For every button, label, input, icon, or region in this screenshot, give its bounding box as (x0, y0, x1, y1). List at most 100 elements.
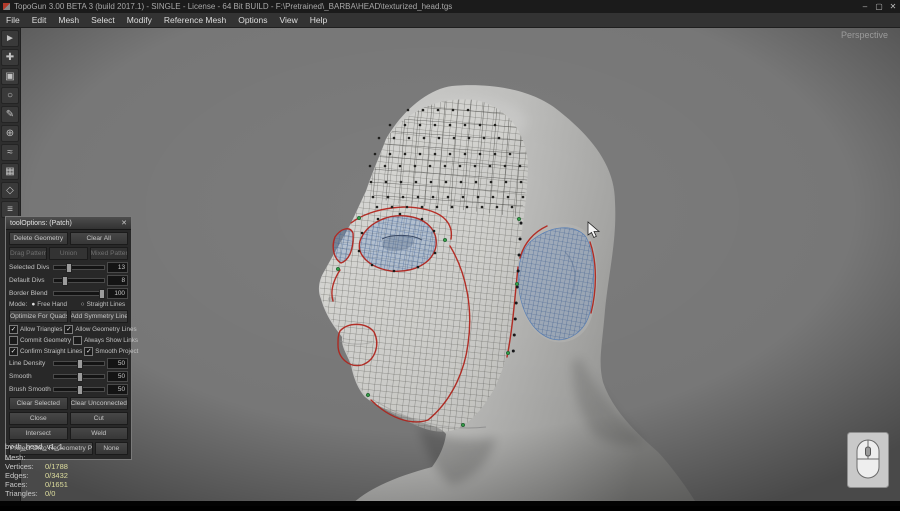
close-button[interactable]: ✕ (886, 2, 900, 11)
menu-select[interactable]: Select (85, 13, 121, 27)
line-density-slider[interactable] (53, 361, 105, 366)
mesh-stats: bv-th_head_v1_1 Mesh: Vertices:0/1788 Ed… (5, 442, 68, 498)
mode-straight-lines-label: Straight Lines (87, 301, 126, 308)
menu-view[interactable]: View (274, 13, 304, 27)
selected-divs-slider[interactable] (53, 265, 105, 270)
none-button[interactable]: None (95, 442, 128, 455)
default-divs-label: Default Divs (9, 277, 51, 284)
letterbox-bar (0, 501, 900, 506)
menu-modify[interactable]: Modify (121, 13, 158, 27)
maximize-button[interactable]: ▢ (872, 2, 886, 11)
checkbox-icon (73, 336, 82, 345)
allow-triangles-label: Allow Triangles (20, 326, 62, 333)
smooth-label: Smooth (9, 373, 51, 380)
smooth-slider[interactable] (53, 374, 105, 379)
brush-smooth-value: 50 (107, 384, 128, 395)
selected-divs-value: 13 (107, 262, 128, 273)
border-blend-slider[interactable] (53, 291, 105, 296)
viewport[interactable] (20, 27, 900, 506)
window-title: TopoGun 3.00 BETA 3 (build 2017.1) - SIN… (14, 2, 858, 11)
brush-smooth-label: Brush Smooth (9, 386, 51, 393)
stat-edges: Edges:0/3432 (5, 471, 68, 480)
panel-titlebar[interactable]: toolOptions: (Patch) ✕ (6, 217, 131, 230)
loop-tool-icon[interactable]: ○ (1, 87, 19, 104)
panel-close-icon[interactable]: ✕ (121, 219, 127, 227)
clear-unconnected-button[interactable]: Clear Unconnected (70, 397, 129, 410)
mode-label: Mode: (9, 301, 27, 308)
stat-triangles: Triangles:0/0 (5, 489, 68, 498)
menu-file[interactable]: File (0, 13, 26, 27)
clear-selected-button[interactable]: Clear Selected (9, 397, 68, 410)
menu-reference-mesh[interactable]: Reference Mesh (158, 13, 232, 27)
always-show-links-checkbox[interactable]: Always Show Links (73, 336, 138, 345)
mixed-pattern-button[interactable]: Mixed Pattern (90, 247, 128, 260)
clear-all-button[interactable]: Clear All (70, 232, 129, 245)
mode-straight-lines-radio[interactable]: ○ Straight Lines (81, 301, 128, 308)
checkbox-icon: ✓ (64, 325, 73, 334)
line-density-label: Line Density (9, 360, 51, 367)
checkbox-icon: ✓ (9, 347, 18, 356)
border-blend-label: Border Blend (9, 290, 51, 297)
menu-bar: File Edit Mesh Select Modify Reference M… (0, 13, 900, 28)
stat-faces: Faces:0/1651 (5, 480, 68, 489)
mouse-icon (847, 432, 889, 488)
move-tool-icon[interactable]: ✚ (1, 49, 19, 66)
commit-geometry-checkbox[interactable]: Commit Geometry (9, 336, 71, 345)
minimize-button[interactable]: – (858, 2, 872, 11)
menu-options[interactable]: Options (232, 13, 273, 27)
viewport-canvas[interactable] (20, 27, 900, 506)
selected-divs-label: Selected Divs (9, 264, 51, 271)
border-blend-value: 100 (107, 288, 128, 299)
mesh-section-label: Mesh: (5, 453, 68, 462)
mode-freehand-label: Free Hand (37, 301, 67, 308)
close-patch-button[interactable]: Close (9, 412, 68, 425)
mode-freehand-radio[interactable]: ● Free Hand (31, 301, 78, 308)
delete-geometry-button[interactable]: Delete Geometry (9, 232, 68, 245)
always-show-links-label: Always Show Links (84, 337, 138, 344)
project-tool-icon[interactable]: ⊕ (1, 125, 19, 142)
arrow-tool-icon[interactable]: ► (1, 30, 19, 47)
smooth-tool-icon[interactable]: ≈ (1, 144, 19, 161)
brush-smooth-slider[interactable] (53, 387, 105, 392)
vignette (20, 27, 900, 506)
cut-button[interactable]: Cut (70, 412, 129, 425)
smooth-project-checkbox[interactable]: ✓ Smooth Project (84, 347, 138, 356)
app-icon (3, 3, 10, 10)
menu-help[interactable]: Help (304, 13, 333, 27)
menu-mesh[interactable]: Mesh (52, 13, 85, 27)
smooth-project-label: Smooth Project (95, 348, 138, 355)
smooth-value: 50 (107, 371, 128, 382)
weld-button[interactable]: Weld (70, 427, 129, 440)
default-divs-slider[interactable] (53, 278, 105, 283)
commit-geometry-label: Commit Geometry (20, 337, 71, 344)
checkbox-icon: ✓ (84, 347, 93, 356)
draw-tool-icon[interactable]: ✎ (1, 106, 19, 123)
perspective-label: Perspective (841, 30, 888, 40)
tool-options-panel: toolOptions: (Patch) ✕ Delete Geometry C… (5, 216, 132, 460)
panel-title: toolOptions: (Patch) (10, 220, 72, 227)
stat-vertices: Vertices:0/1788 (5, 462, 68, 471)
patch-tool-icon[interactable]: ▣ (1, 68, 19, 85)
optimize-for-quads-button[interactable]: Optimize For Quads (9, 310, 68, 323)
drag-pattern-button[interactable]: Drag Pattern (9, 247, 47, 260)
allow-geometry-lines-label: Allow Geometry Lines (75, 326, 136, 333)
allow-geometry-lines-checkbox[interactable]: ✓ Allow Geometry Lines (64, 325, 136, 334)
checkbox-icon: ✓ (9, 325, 18, 334)
mouse-helper-widget (847, 432, 889, 493)
radio-off-icon: ○ (81, 301, 85, 308)
window-titlebar: TopoGun 3.00 BETA 3 (build 2017.1) - SIN… (0, 0, 900, 14)
radio-on-icon: ● (31, 301, 35, 308)
diamond-tool-icon[interactable]: ◇ (1, 182, 19, 199)
union-button[interactable]: Union (49, 247, 87, 260)
confirm-straight-lines-checkbox[interactable]: ✓ Confirm Straight Lines (9, 347, 82, 356)
menu-edit[interactable]: Edit (26, 13, 53, 27)
allow-triangles-checkbox[interactable]: ✓ Allow Triangles (9, 325, 62, 334)
confirm-straight-lines-label: Confirm Straight Lines (20, 348, 82, 355)
intersect-button[interactable]: Intersect (9, 427, 68, 440)
mesh-filename: bv-th_head_v1_1 (5, 442, 68, 451)
checkbox-icon (9, 336, 18, 345)
line-density-value: 50 (107, 358, 128, 369)
add-symmetry-line-button[interactable]: Add Symmetry Line (70, 310, 129, 323)
default-divs-value: 8 (107, 275, 128, 286)
grid-tool-icon[interactable]: ▦ (1, 163, 19, 180)
